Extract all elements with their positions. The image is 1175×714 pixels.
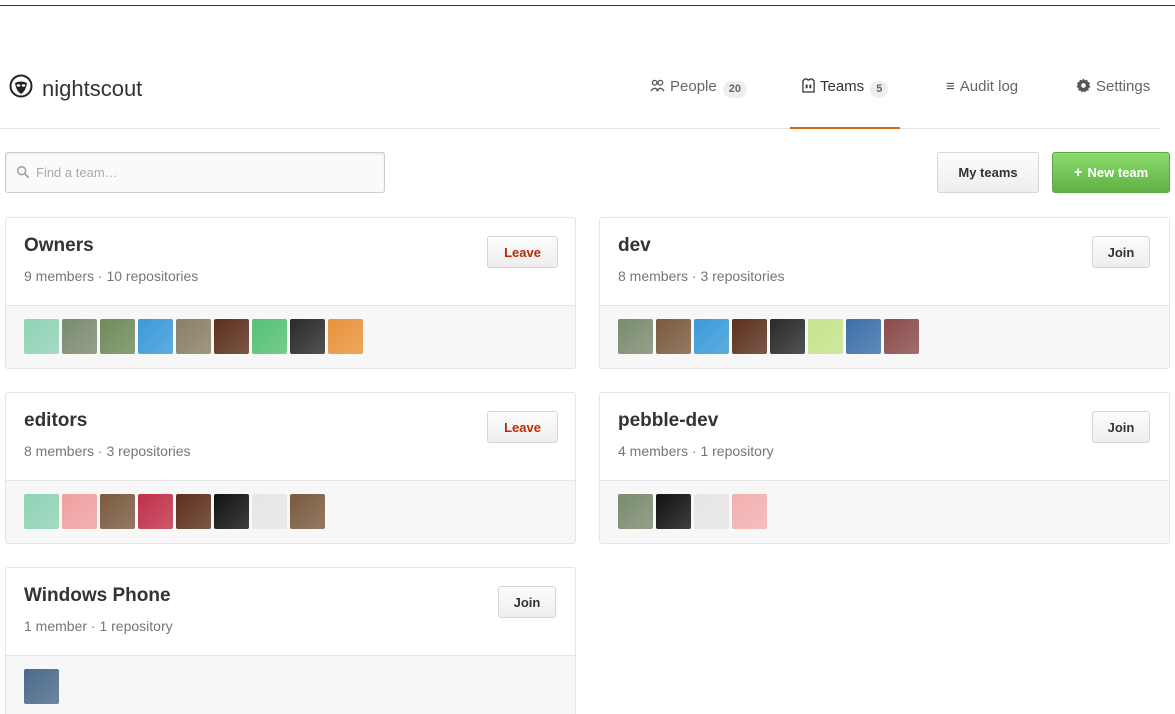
jersey-icon: [802, 78, 815, 97]
team-name[interactable]: dev: [618, 235, 651, 257]
team-card-pebble-dev: pebble-dev 4 members · 1 repository Join: [599, 392, 1170, 544]
tab-settings[interactable]: Settings: [1076, 78, 1150, 129]
team-meta: 8 members · 3 repositories: [24, 443, 191, 459]
member-avatar[interactable]: [656, 319, 691, 354]
tab-people[interactable]: People 20: [650, 78, 747, 129]
team-meta: 8 members · 3 repositories: [618, 268, 785, 284]
member-avatar[interactable]: [618, 494, 653, 529]
team-card-header: pebble-dev 4 members · 1 repository Join: [600, 393, 1169, 481]
join-button[interactable]: Join: [1092, 236, 1150, 268]
top-divider: [0, 5, 1175, 6]
people-counter: 20: [722, 81, 747, 98]
join-button[interactable]: Join: [498, 586, 556, 618]
tab-audit-log-label: Audit log: [959, 78, 1019, 95]
team-card-windows-phone: Windows Phone 1 member · 1 repository Jo…: [5, 567, 576, 714]
teams-counter: 5: [870, 81, 889, 98]
my-teams-button[interactable]: My teams: [937, 152, 1039, 193]
org-logo-icon[interactable]: [9, 74, 33, 98]
org-header: nightscout People 20 Teams 5 ≡ Audit log…: [0, 60, 1160, 129]
member-avatar[interactable]: [100, 494, 135, 529]
team-name[interactable]: Windows Phone: [24, 585, 171, 607]
team-card-owners: Owners 9 members · 10 repositories Leave: [5, 217, 576, 369]
member-avatar[interactable]: [252, 319, 287, 354]
search-icon: [17, 166, 30, 179]
gear-icon: [1076, 78, 1091, 97]
member-avatar[interactable]: [618, 319, 653, 354]
team-card-dev: dev 8 members · 3 repositories Join: [599, 217, 1170, 369]
member-avatar[interactable]: [290, 494, 325, 529]
member-avatar[interactable]: [884, 319, 919, 354]
plus-icon: +: [1073, 164, 1083, 181]
member-avatar[interactable]: [656, 494, 691, 529]
list-icon: ≡: [946, 78, 955, 95]
team-meta: 9 members · 10 repositories: [24, 268, 199, 284]
team-card-header: Owners 9 members · 10 repositories Leave: [6, 218, 575, 306]
team-search: [5, 152, 385, 193]
member-avatar[interactable]: [24, 669, 59, 704]
new-team-button[interactable]: + New team: [1052, 152, 1170, 193]
team-card-header: editors 8 members · 3 repositories Leave: [6, 393, 575, 481]
member-avatar[interactable]: [290, 319, 325, 354]
member-avatar[interactable]: [24, 319, 59, 354]
team-name[interactable]: Owners: [24, 235, 94, 257]
member-avatar[interactable]: [252, 494, 287, 529]
member-avatar[interactable]: [62, 494, 97, 529]
person-icon: [650, 78, 665, 97]
team-meta: 4 members · 1 repository: [618, 443, 774, 459]
leave-button[interactable]: Leave: [487, 236, 558, 268]
tab-teams-label: Teams: [820, 78, 865, 95]
search-input[interactable]: [36, 153, 376, 192]
member-avatar[interactable]: [100, 319, 135, 354]
member-avatar[interactable]: [732, 494, 767, 529]
member-avatar[interactable]: [694, 494, 729, 529]
team-avatars: [600, 481, 1169, 543]
member-avatar[interactable]: [732, 319, 767, 354]
team-card-editors: editors 8 members · 3 repositories Leave: [5, 392, 576, 544]
leave-button[interactable]: Leave: [487, 411, 558, 443]
team-avatars: [6, 481, 575, 543]
team-card-header: dev 8 members · 3 repositories Join: [600, 218, 1169, 306]
member-avatar[interactable]: [176, 494, 211, 529]
member-avatar[interactable]: [846, 319, 881, 354]
team-avatars: [6, 306, 575, 368]
join-button[interactable]: Join: [1092, 411, 1150, 443]
member-avatar[interactable]: [770, 319, 805, 354]
member-avatar[interactable]: [138, 319, 173, 354]
team-meta: 1 member · 1 repository: [24, 618, 173, 634]
tab-settings-label: Settings: [1096, 78, 1151, 95]
member-avatar[interactable]: [214, 319, 249, 354]
member-avatar[interactable]: [24, 494, 59, 529]
team-avatars: [600, 306, 1169, 368]
new-team-label: New team: [1087, 165, 1149, 180]
member-avatar[interactable]: [138, 494, 173, 529]
team-name[interactable]: pebble-dev: [618, 410, 718, 432]
tab-audit-log[interactable]: ≡ Audit log: [946, 78, 1018, 129]
member-avatar[interactable]: [808, 319, 843, 354]
team-name[interactable]: editors: [24, 410, 87, 432]
member-avatar[interactable]: [328, 319, 363, 354]
member-avatar[interactable]: [214, 494, 249, 529]
member-avatar[interactable]: [176, 319, 211, 354]
tab-people-label: People: [670, 78, 717, 95]
member-avatar[interactable]: [62, 319, 97, 354]
tab-teams[interactable]: Teams 5: [790, 78, 901, 129]
member-avatar[interactable]: [694, 319, 729, 354]
team-card-header: Windows Phone 1 member · 1 repository Jo…: [6, 568, 575, 656]
org-name[interactable]: nightscout: [42, 76, 142, 102]
team-avatars: [6, 656, 575, 714]
